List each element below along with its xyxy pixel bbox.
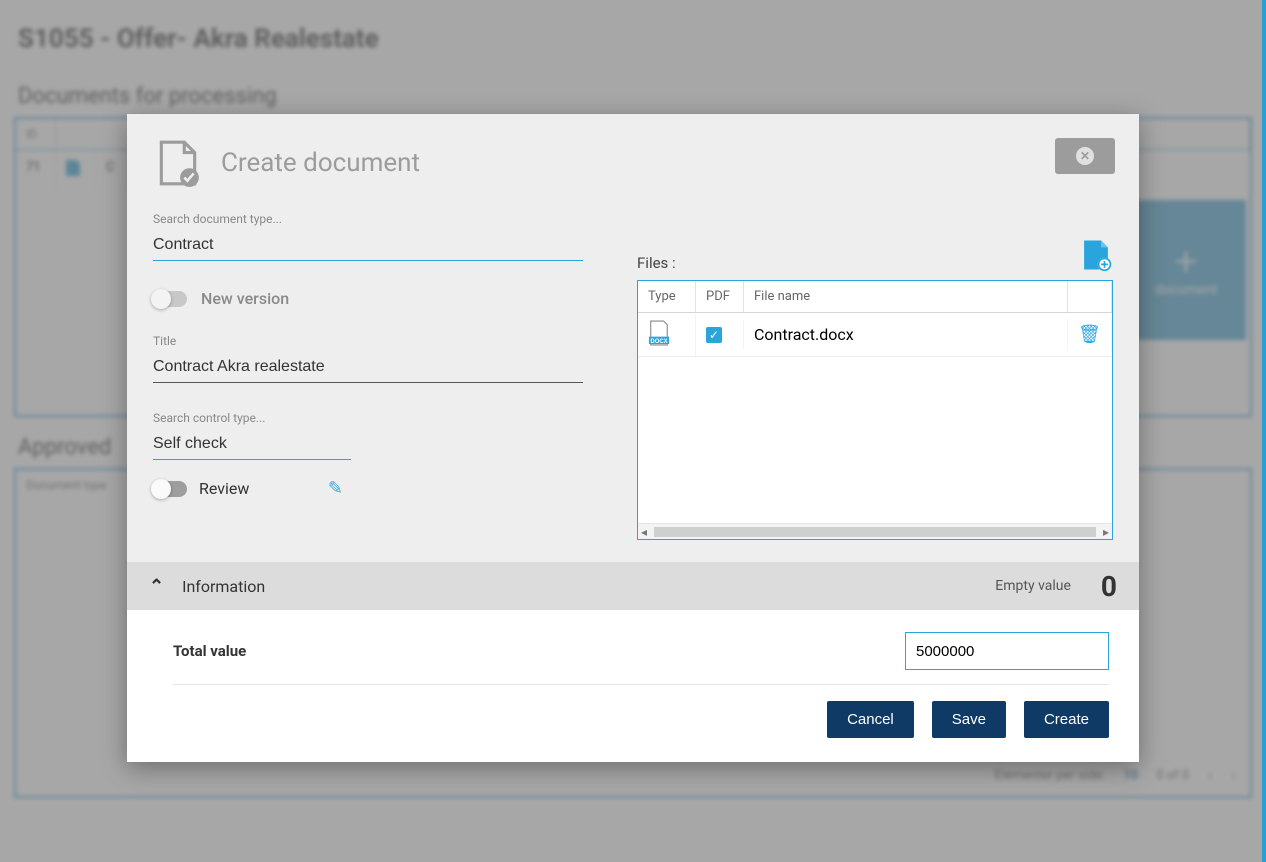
title-input[interactable] [153,354,583,383]
new-version-label: New version [201,289,289,308]
file-name: Contract.docx [744,319,1068,350]
doc-type-label: Search document type... [153,212,583,226]
files-horizontal-scrollbar[interactable]: ◂ ▸ [638,523,1112,539]
cancel-button[interactable]: Cancel [827,701,914,738]
empty-value-label: Empty value [995,578,1071,594]
files-col-type: Type [638,281,696,312]
doc-type-input[interactable] [153,232,583,261]
total-value-input[interactable] [905,632,1109,670]
save-button[interactable]: Save [932,701,1006,738]
files-col-name: File name [744,281,1068,312]
control-type-input[interactable] [153,431,351,460]
pdf-checkbox[interactable]: ✓ [706,327,722,343]
modal-title: Create document [221,148,420,178]
information-title: Information [182,577,265,596]
empty-value-count: 0 [1101,570,1117,603]
files-label: Files : [637,254,676,272]
edit-review-icon[interactable]: ✎ [328,478,343,499]
title-label: Title [153,334,583,348]
control-type-label: Search control type... [153,411,583,425]
review-label: Review [199,479,249,498]
delete-file-icon[interactable]: 🗑 [1078,324,1101,345]
document-check-icon [153,138,203,188]
docx-icon: DOCX [648,320,670,346]
files-col-pdf: PDF [696,281,744,312]
svg-text:DOCX: DOCX [650,339,667,345]
add-file-button[interactable] [1079,238,1113,272]
create-document-modal: Create document ✕ Search document type..… [127,114,1139,762]
review-toggle[interactable] [153,481,187,497]
close-icon: ✕ [1076,147,1094,165]
total-value-label: Total value [173,642,246,660]
right-accent-strip [1262,0,1266,862]
close-button[interactable]: ✕ [1055,138,1115,174]
chevron-up-icon: ⌃ [149,576,164,597]
create-button[interactable]: Create [1024,701,1109,738]
new-version-toggle[interactable] [153,291,187,307]
information-header[interactable]: ⌃ Information Empty value 0 [127,562,1139,610]
files-table: Type PDF File name DOCX [637,280,1113,540]
file-row: DOCX ✓ Contract.docx 🗑 [638,313,1112,357]
